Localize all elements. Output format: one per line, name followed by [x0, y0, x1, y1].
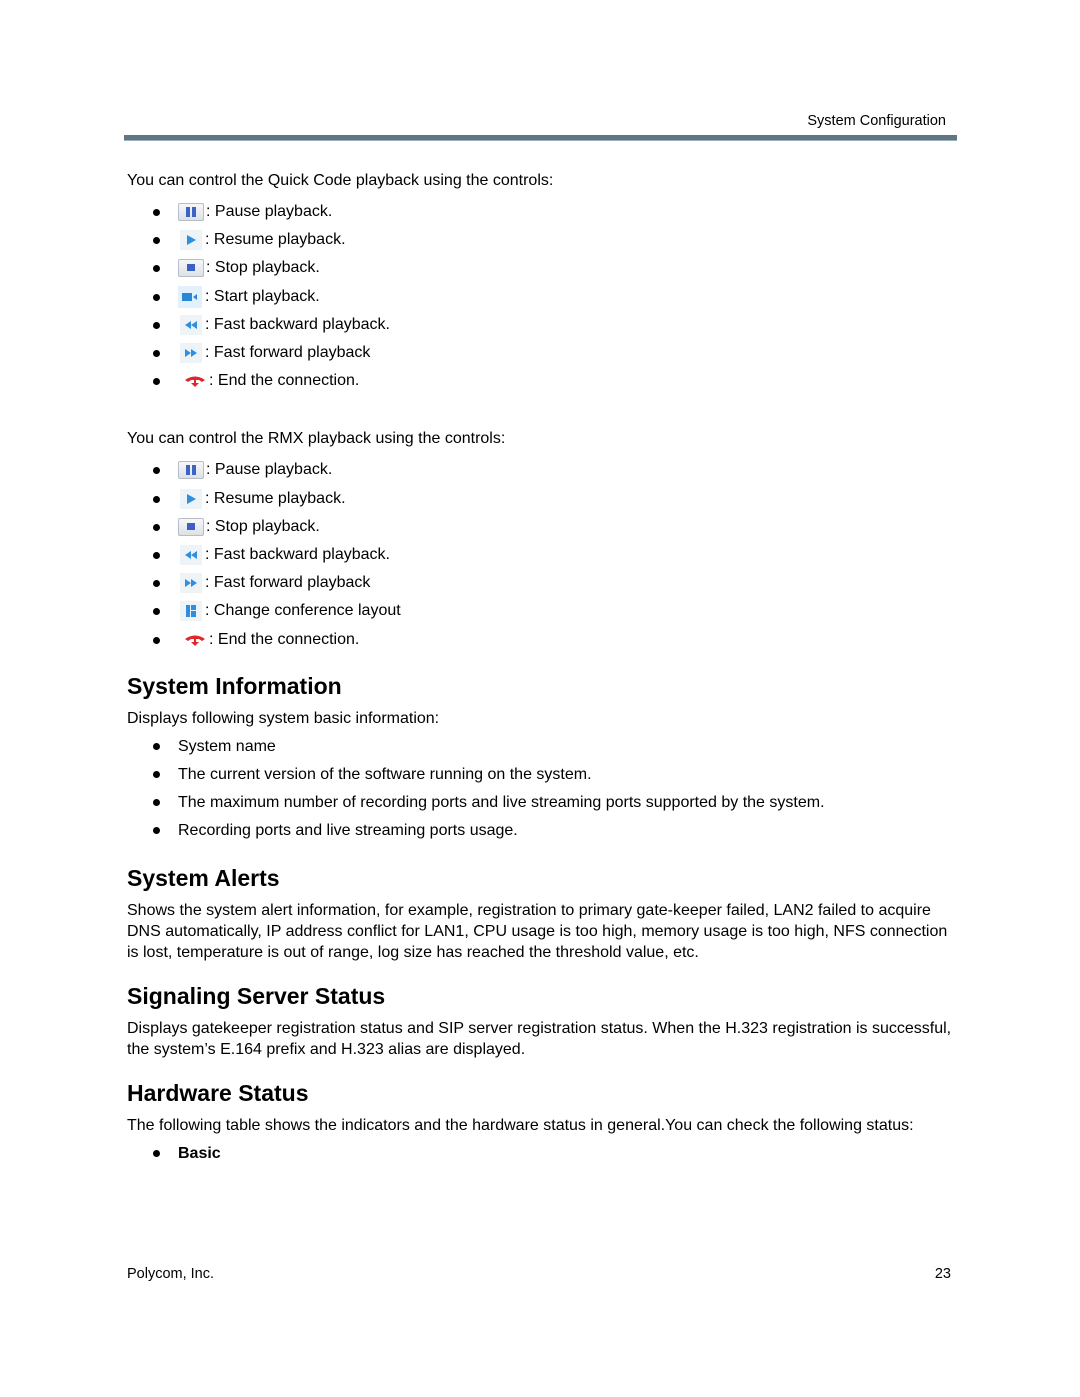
bullet	[153, 293, 160, 301]
stop-icon	[178, 517, 204, 536]
control-label: : Fast forward playback	[205, 344, 371, 362]
control-label: : End the connection.	[209, 372, 360, 390]
control-label: : Pause playback.	[206, 203, 333, 221]
list-item: The current version of the software runn…	[127, 764, 957, 785]
bullet	[153, 770, 160, 778]
pause-icon	[178, 461, 204, 480]
list-item: Recording ports and live streaming ports…	[127, 820, 957, 841]
bullet	[153, 209, 160, 217]
bullet	[153, 495, 160, 503]
play-icon	[180, 230, 202, 251]
bullet	[153, 1150, 160, 1158]
page-content: You can control the Quick Code playback …	[127, 170, 957, 1171]
control-label: : End the connection.	[209, 630, 360, 648]
camera-icon	[178, 285, 202, 308]
bullet	[153, 580, 160, 588]
section-signaling-server-status: Signaling Server Status Displays gatekee…	[127, 982, 957, 1060]
list-item: System name	[127, 736, 957, 757]
list-item: : Stop playback.	[127, 513, 957, 541]
list-item: : End the connection.	[127, 367, 957, 395]
bullet	[153, 608, 160, 616]
rmx-control-list: : Pause playback. : Resume playback. : S…	[127, 456, 957, 653]
list-item: : Change conference layout	[127, 597, 957, 625]
section-heading: Signaling Server Status	[127, 983, 386, 1010]
control-label: : Stop playback.	[206, 517, 320, 535]
bullet	[153, 321, 160, 329]
play-icon	[180, 488, 202, 509]
rmx-intro: You can control the RMX playback using t…	[127, 430, 506, 448]
control-label: : Fast backward playback.	[205, 545, 390, 563]
list-item: : Pause playback.	[127, 198, 957, 226]
quick-code-control-list: : Pause playback. : Resume playback. : S…	[127, 198, 957, 395]
list-item-text: The maximum number of recording ports an…	[178, 794, 825, 811]
list-item: Basic	[127, 1143, 957, 1164]
bullet	[153, 237, 160, 245]
bullet	[153, 467, 160, 475]
bullet	[153, 636, 160, 644]
section-system-alerts: System Alerts Shows the system alert inf…	[127, 864, 957, 963]
section-heading: System Information	[127, 672, 342, 699]
section-heading: Hardware Status	[127, 1080, 309, 1107]
fast-forward-icon	[180, 573, 202, 594]
bullet	[153, 265, 160, 273]
section-system-information: System Information Displays following sy…	[127, 672, 957, 842]
bullet	[153, 827, 160, 835]
control-label: : Pause playback.	[206, 461, 333, 479]
list-item: : Resume playback.	[127, 226, 957, 254]
section-hardware-status: Hardware Status The following table show…	[127, 1079, 957, 1164]
fast-forward-icon	[180, 343, 202, 364]
section-heading: System Alerts	[127, 865, 280, 892]
list-item-text: Basic	[178, 1145, 221, 1163]
list-item: : Pause playback.	[127, 456, 957, 484]
list-item-text: Recording ports and live streaming ports…	[178, 822, 518, 840]
list-item: The maximum number of recording ports an…	[127, 792, 957, 813]
page-number: 23	[934, 1266, 951, 1282]
running-header: System Configuration	[807, 113, 946, 129]
bullet	[153, 551, 160, 559]
section-body: Shows the system alert information, for …	[127, 902, 948, 962]
layout-icon	[180, 601, 202, 622]
control-label: : Stop playback.	[206, 259, 320, 277]
control-label: : Fast forward playback	[205, 574, 371, 592]
header-rule	[124, 135, 957, 141]
bullet	[153, 378, 160, 386]
list-item: : Fast forward playback	[127, 339, 957, 367]
list-item: : Start playback.	[127, 283, 957, 311]
footer-company: Polycom, Inc.	[127, 1266, 215, 1282]
section-lead: Displays following system basic informat…	[127, 709, 440, 727]
hardware-status-list: Basic	[127, 1143, 957, 1164]
quick-code-intro: You can control the Quick Code playback …	[127, 172, 554, 189]
list-item: : Stop playback.	[127, 254, 957, 282]
control-label: : Start playback.	[205, 287, 320, 305]
rewind-icon	[180, 314, 202, 335]
control-label: : Resume playback.	[205, 489, 346, 507]
bullet	[153, 350, 160, 358]
system-information-list: System name The current version of the s…	[127, 736, 957, 842]
hang-up-icon	[182, 630, 208, 650]
list-item: : Fast backward playback.	[127, 311, 957, 339]
control-label: : Change conference layout	[205, 602, 401, 620]
rewind-icon	[180, 544, 202, 565]
hang-up-icon	[182, 371, 208, 391]
document-page: System Configuration You can control the…	[0, 0, 1080, 1397]
list-item: : Fast backward playback.	[127, 541, 957, 569]
pause-icon	[178, 203, 204, 222]
control-label: : Fast backward playback.	[205, 315, 390, 333]
list-item: : Resume playback.	[127, 485, 957, 513]
stop-icon	[178, 259, 204, 278]
bullet	[153, 799, 160, 806]
list-item-text: The current version of the software runn…	[178, 765, 592, 783]
list-item-text: System name	[178, 737, 276, 755]
bullet	[153, 523, 160, 531]
bullet	[153, 742, 160, 750]
section-body: Displays gatekeeper registration status …	[127, 1020, 952, 1059]
section-body: The following table shows the indicators…	[127, 1117, 914, 1135]
list-item: : Fast forward playback	[127, 569, 957, 597]
control-label: : Resume playback.	[205, 231, 346, 249]
list-item: : End the connection.	[127, 625, 957, 653]
